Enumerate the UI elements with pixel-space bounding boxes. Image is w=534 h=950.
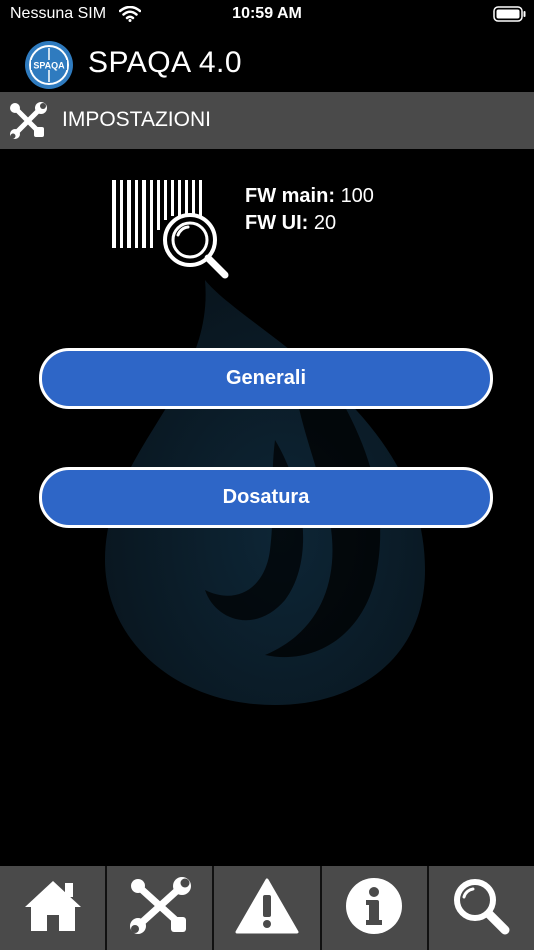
firmware-info: FW main: 100 FW UI: 20 — [245, 183, 374, 237]
fw-main-value: 100 — [340, 185, 374, 207]
tab-settings[interactable] — [107, 866, 215, 950]
battery-icon — [493, 6, 527, 27]
warning-icon — [235, 877, 299, 940]
fw-ui-value: 20 — [313, 212, 337, 234]
status-bar: Nessuna SIM 10:59 AM — [0, 0, 534, 30]
info-icon — [345, 877, 403, 940]
tab-bar — [0, 866, 534, 950]
logo-text: SPAQA — [33, 61, 65, 71]
section-title: IMPOSTAZIONI — [62, 108, 211, 131]
app-title: SPAQA 4.0 — [88, 46, 243, 79]
status-time: 10:59 AM — [232, 5, 302, 22]
search-icon — [452, 877, 510, 940]
tab-alarms[interactable] — [214, 866, 322, 950]
home-icon — [23, 877, 83, 940]
fw-ui-row: FW UI: 20 — [245, 210, 374, 237]
tools-icon — [8, 101, 48, 146]
fw-main-row: FW main: 100 — [245, 183, 374, 210]
fw-main-label: FW main: — [245, 185, 335, 207]
tools-icon — [129, 876, 191, 940]
tab-home[interactable] — [0, 866, 108, 950]
app-header: SPAQA SPAQA 4.0 — [0, 34, 534, 92]
generali-button[interactable]: Generali — [39, 348, 493, 409]
fw-ui-label: FW UI: — [245, 212, 309, 234]
section-header: IMPOSTAZIONI — [0, 92, 534, 149]
tab-info[interactable] — [321, 866, 429, 950]
dosatura-button[interactable]: Dosatura — [39, 467, 493, 528]
tab-search[interactable] — [428, 866, 534, 950]
barcode-search-icon — [110, 180, 232, 287]
app-logo: SPAQA — [24, 40, 74, 90]
